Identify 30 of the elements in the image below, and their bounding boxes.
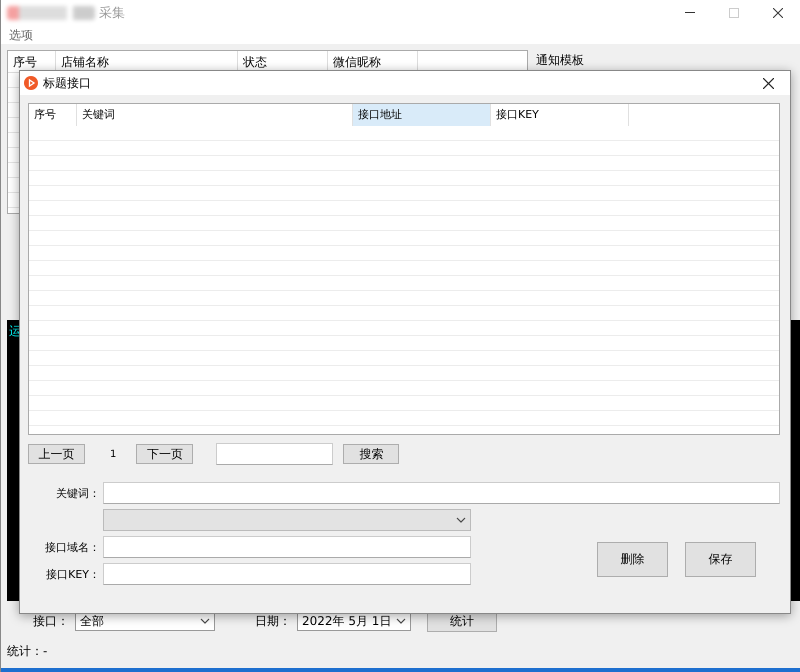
close-icon <box>762 78 774 88</box>
text-field[interactable] <box>103 536 471 558</box>
dropdown[interactable] <box>103 509 471 531</box>
minimize-icon <box>685 12 695 14</box>
summary-text: 统计：- <box>6 643 48 660</box>
window-title: 采集 <box>99 5 125 22</box>
chevron-icon <box>200 618 210 624</box>
field-label: 接口KEY： <box>45 566 100 582</box>
next-page-button[interactable]: 下一页 <box>136 444 194 464</box>
search-field[interactable] <box>216 443 334 465</box>
action-button[interactable]: 删除 <box>597 542 668 576</box>
text-field[interactable] <box>103 563 471 585</box>
chevron-icon <box>456 517 466 523</box>
field-label: 关键词： <box>54 486 100 500</box>
panel-title: 通知模板 <box>536 53 584 67</box>
dialog-title: 标题接口 <box>43 74 91 92</box>
search-button[interactable]: 搜索 <box>343 444 400 464</box>
filter-label: 日期： <box>255 612 291 630</box>
field-label: 接口域名： <box>44 540 100 554</box>
action-button[interactable]: 保存 <box>685 542 756 576</box>
menu-item[interactable]: 选项 <box>9 26 33 44</box>
column-header[interactable]: 接口地址 <box>353 104 491 126</box>
prev-page-button[interactable]: 上一页 <box>28 444 85 464</box>
page-number: 1 <box>110 448 116 460</box>
maximize-icon <box>729 8 739 18</box>
filter-label: 接口： <box>33 612 69 630</box>
play-icon <box>24 76 38 90</box>
close-icon <box>773 8 783 18</box>
chevron-icon <box>396 618 406 624</box>
text-field[interactable] <box>102 482 780 504</box>
